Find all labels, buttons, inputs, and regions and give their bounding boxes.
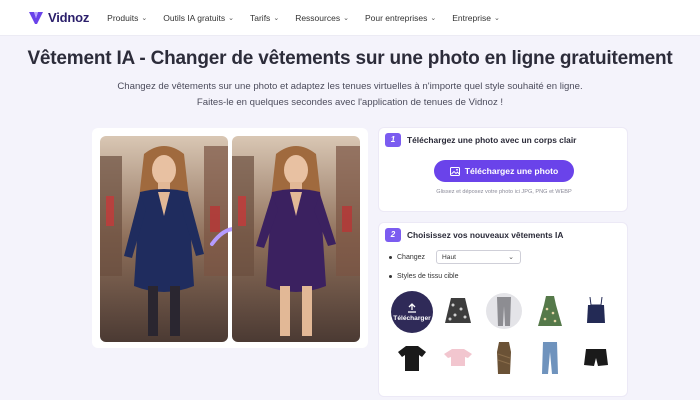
bullet (389, 275, 392, 278)
upload-icon (408, 302, 416, 313)
logo-icon (29, 11, 43, 24)
garment-green-floral-dress[interactable] (529, 291, 571, 331)
garment-type-select[interactable]: Haut ⌄ (436, 250, 522, 264)
step-title: Choisissez vos nouveaux vêtements IA (407, 230, 564, 240)
chevron-down-icon: ⌄ (430, 14, 437, 22)
chevron-down-icon: ⌄ (343, 14, 349, 22)
bullet (389, 255, 392, 259)
upload-photo-panel: 1 Téléchargez une photo avec un corps cl… (378, 127, 628, 212)
page-subtitle: Changez de vêtements sur une photo et ad… (60, 79, 640, 111)
subtitle-line-2: Faites-le en quelques secondes avec l'ap… (196, 97, 504, 108)
subtitle-line-1: Changez de vêtements sur une photo et ad… (117, 81, 583, 92)
garment-brown-bodycon-dress[interactable] (483, 338, 525, 378)
nav-item-tarifs[interactable]: Tarifs ⌄ (250, 13, 279, 23)
chevron-down-icon: ⌄ (508, 254, 515, 261)
vidnoz-logo[interactable]: Vidnoz (28, 10, 89, 25)
select-value: Haut (442, 253, 456, 261)
top-navigation: Vidnoz Produits ⌄ Outils IA gratuits ⌄ Tar… (0, 0, 700, 36)
image-icon (449, 166, 460, 176)
garment-floral-skirt[interactable] (437, 291, 479, 331)
page-title: Vêtement IA - Changer de vêtements sur u… (27, 48, 673, 69)
chevron-down-icon: ⌄ (228, 14, 234, 22)
chevron-down-icon: ⌄ (493, 14, 500, 22)
styles-row: Styles de tissu cible (389, 273, 458, 280)
nav-item-label: Produits (107, 12, 139, 23)
styles-label: Styles de tissu cible (397, 273, 459, 280)
nav-item-entreprise[interactable]: Entreprise ⌄ (452, 13, 500, 23)
step-number-badge: 2 (385, 228, 401, 242)
nav-item-label: Outils IA gratuits (163, 12, 226, 23)
upload-hint: Glissez et déposez votre photo ici JPG, … (436, 189, 572, 195)
nav-item-ressources[interactable]: Ressources ⌄ (295, 13, 349, 23)
garment-blue-jeans[interactable] (529, 338, 571, 378)
nav-item-label: Entreprise (452, 12, 491, 23)
nav-item-label: Pour entreprises (364, 12, 428, 23)
step-number-badge: 1 (385, 133, 401, 147)
garment-grey-trousers[interactable] (483, 291, 525, 331)
upload-tile-label: Télécharger (393, 314, 431, 322)
before-after-preview (92, 128, 368, 348)
after-photo (232, 136, 360, 342)
garment-navy-camisole[interactable] (575, 291, 617, 331)
nav-item-produits[interactable]: Produits ⌄ (107, 13, 147, 23)
logo-text: Vidnoz (48, 10, 90, 25)
upload-button-label: Téléchargez une photo (464, 166, 559, 176)
upload-photo-button[interactable]: Téléchargez une photo (434, 160, 574, 182)
chevron-down-icon: ⌄ (273, 14, 280, 22)
nav-item-outils[interactable]: Outils IA gratuits ⌄ (163, 13, 234, 23)
upload-garment-tile[interactable]: Télécharger (391, 291, 433, 333)
garment-pink-crop-top[interactable] (437, 338, 479, 378)
nav-item-label: Tarifs (250, 12, 271, 23)
change-row: Changez Haut ⌄ (389, 250, 522, 264)
choose-clothing-panel: 2 Choisissez vos nouveaux vêtements IA C… (378, 222, 628, 397)
nav-item-label: Ressources (295, 12, 341, 23)
nav-item-pour-entreprises[interactable]: Pour entreprises ⌄ (365, 13, 436, 23)
garment-black-shorts[interactable] (575, 338, 617, 378)
change-label: Changez (397, 253, 426, 261)
step-title: Téléchargez une photo avec un corps clai… (407, 135, 577, 145)
chevron-down-icon: ⌄ (141, 14, 148, 22)
garment-black-tshirt[interactable] (391, 338, 433, 378)
